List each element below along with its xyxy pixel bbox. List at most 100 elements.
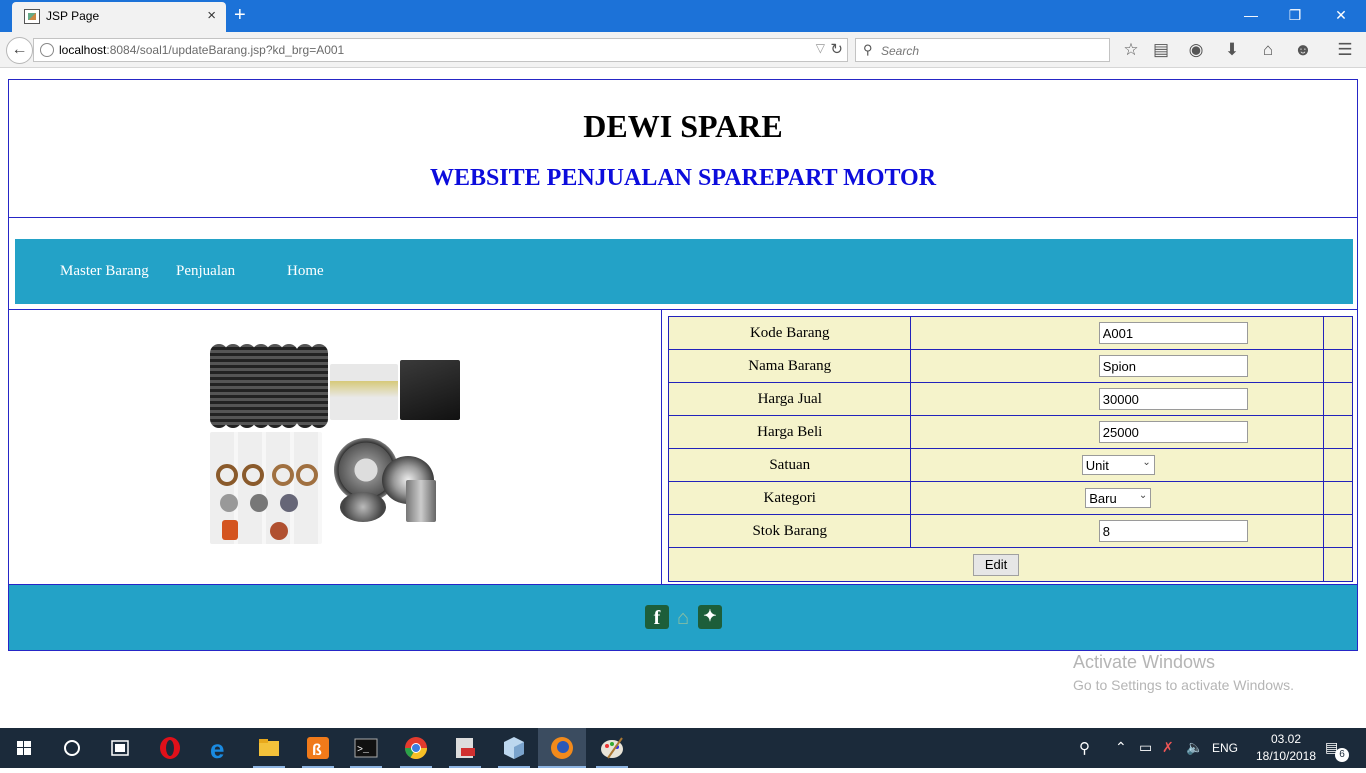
window-close-button[interactable]: ✕ bbox=[1318, 0, 1364, 32]
pdf-taskbar-item[interactable] bbox=[441, 728, 489, 768]
network-icon[interactable]: ✗ bbox=[1162, 739, 1174, 756]
opera-icon bbox=[160, 737, 180, 759]
form-row: Harga Beli bbox=[667, 415, 1353, 449]
chrome-taskbar-item[interactable] bbox=[392, 728, 440, 768]
reading-list-icon[interactable]: ▤ bbox=[1150, 39, 1172, 61]
edge-taskbar-item[interactable]: e bbox=[196, 728, 244, 768]
xampp-icon: ß bbox=[307, 737, 329, 759]
empty-cell bbox=[1323, 316, 1353, 350]
kode-barang-label: Kode Barang bbox=[667, 316, 912, 350]
download-icon[interactable]: ⬇ bbox=[1221, 39, 1243, 61]
empty-cell bbox=[1323, 448, 1353, 482]
reload-icon[interactable]: ↻ bbox=[830, 40, 843, 58]
browser-title-bar: JSP Page × + — ❐ ✕ bbox=[0, 0, 1366, 32]
kode-barang-input[interactable] bbox=[1098, 322, 1248, 344]
menu-item-home[interactable]: Home bbox=[287, 263, 324, 280]
volume-icon[interactable]: 🔈 bbox=[1186, 739, 1203, 756]
search-input[interactable]: ⚲ Search bbox=[855, 38, 1110, 62]
harga-beli-input[interactable] bbox=[1098, 421, 1248, 443]
search-placeholder: Search bbox=[881, 44, 920, 58]
kode-barang-cell bbox=[910, 316, 1325, 350]
clutch-plate-shape bbox=[216, 464, 238, 486]
people-icon[interactable]: ⚲ bbox=[1079, 739, 1090, 757]
page-favicon-icon bbox=[24, 9, 40, 24]
satuan-label: Satuan bbox=[667, 448, 912, 482]
stok-barang-cell bbox=[910, 514, 1325, 548]
new-tab-icon[interactable]: + bbox=[234, 4, 246, 26]
kategori-select[interactable]: Baru ⌄ bbox=[1085, 488, 1152, 508]
bearing-shape bbox=[220, 494, 238, 512]
gear-shape bbox=[340, 492, 386, 522]
harga-beli-cell bbox=[910, 415, 1325, 449]
menu-item-penjualan[interactable]: Penjualan bbox=[176, 263, 235, 280]
start-button[interactable] bbox=[0, 728, 48, 768]
cortana-button[interactable] bbox=[48, 728, 96, 768]
pocket-icon[interactable]: ◉ bbox=[1185, 39, 1207, 61]
chevron-up-icon[interactable]: ⌃ bbox=[1115, 739, 1127, 756]
twitter-icon[interactable]: ✦ bbox=[698, 605, 722, 629]
activate-windows-title: Activate Windows bbox=[1073, 652, 1216, 672]
form-cell: Kode Barang Nama Barang Harga Jual Harga… bbox=[662, 310, 1357, 584]
nama-barang-input[interactable] bbox=[1098, 355, 1248, 377]
form-row: Harga Jual bbox=[667, 382, 1353, 416]
kategori-label: Kategori bbox=[667, 481, 912, 515]
empty-cell bbox=[1323, 514, 1353, 548]
harga-jual-label: Harga Jual bbox=[667, 382, 912, 416]
tab-close-icon[interactable]: × bbox=[207, 7, 216, 24]
paint-palette-icon bbox=[601, 737, 623, 759]
shock-shape bbox=[222, 520, 238, 540]
clutch-plate-shape bbox=[272, 464, 294, 486]
url-dropdown-icon[interactable]: ▽ bbox=[816, 41, 825, 55]
form-row: Kode Barang bbox=[667, 316, 1353, 350]
shaft-shape bbox=[406, 480, 436, 522]
edge-icon: e bbox=[210, 734, 224, 764]
home-icon[interactable]: ⌂ bbox=[672, 607, 694, 629]
harga-jual-input[interactable] bbox=[1098, 388, 1248, 410]
stok-barang-input[interactable] bbox=[1098, 520, 1248, 542]
menu-item-master-barang[interactable]: Master Barang bbox=[60, 263, 149, 280]
terminal-icon: >_ bbox=[354, 738, 378, 758]
notification-count-badge: 6 bbox=[1335, 748, 1349, 762]
language-indicator[interactable]: ENG bbox=[1212, 741, 1238, 755]
form-row: Nama Barang bbox=[667, 349, 1353, 383]
task-view-icon bbox=[111, 740, 129, 756]
clock-time[interactable]: 03.02 bbox=[1262, 732, 1310, 746]
clutch-plate-shape bbox=[296, 464, 318, 486]
svg-text:ß: ß bbox=[312, 742, 322, 759]
edit-button[interactable]: Edit bbox=[973, 553, 1020, 576]
site-footer: f ⌂ ✦ bbox=[8, 584, 1358, 651]
url-bar[interactable]: localhost:8084/soal1/updateBarang.jsp?kd… bbox=[33, 38, 848, 62]
search-icon: ⚲ bbox=[863, 42, 873, 57]
edit-cell: Edit bbox=[667, 547, 1325, 582]
opera-taskbar-item[interactable] bbox=[146, 728, 194, 768]
window-minimize-button[interactable]: — bbox=[1228, 0, 1274, 32]
tab-title: JSP Page bbox=[46, 9, 100, 23]
pdf-icon bbox=[456, 738, 475, 758]
facebook-icon[interactable]: f bbox=[645, 605, 669, 629]
xampp-taskbar-item[interactable]: ß bbox=[294, 728, 342, 768]
home-icon[interactable]: ⌂ bbox=[1257, 39, 1279, 61]
bookmark-star-icon[interactable]: ☆ bbox=[1120, 39, 1142, 61]
bearing-shape bbox=[250, 494, 268, 512]
web-page: DEWI SPARE WEBSITE PENJUALAN SPAREPART M… bbox=[8, 79, 1358, 651]
feedback-smiley-icon[interactable]: ☻ bbox=[1292, 39, 1314, 61]
back-arrow-icon[interactable]: ← bbox=[6, 37, 33, 64]
clutch-plate-shape bbox=[242, 464, 264, 486]
cmd-taskbar-item[interactable]: >_ bbox=[342, 728, 390, 768]
virtualbox-taskbar-item[interactable] bbox=[490, 728, 538, 768]
nama-barang-label: Nama Barang bbox=[667, 349, 912, 383]
paint-taskbar-item[interactable] bbox=[588, 728, 636, 768]
firefox-taskbar-item[interactable] bbox=[538, 728, 586, 768]
site-title: DEWI SPARE bbox=[583, 108, 783, 144]
task-view-button[interactable] bbox=[96, 728, 144, 768]
form-row: Kategori Baru ⌄ bbox=[667, 481, 1353, 515]
explorer-taskbar-item[interactable] bbox=[245, 728, 293, 768]
satuan-select[interactable]: Unit ⌄ bbox=[1081, 455, 1155, 475]
menu-hamburger-icon[interactable]: ☰ bbox=[1334, 39, 1356, 61]
window-restore-button[interactable]: ❐ bbox=[1272, 0, 1318, 32]
clock-date[interactable]: 18/10/2018 bbox=[1248, 749, 1324, 763]
browser-tab[interactable]: JSP Page × bbox=[12, 2, 226, 32]
battery-icon[interactable]: ▭ bbox=[1139, 739, 1152, 756]
form-row: Edit bbox=[667, 547, 1353, 582]
menu-bar: Master Barang Penjualan Home bbox=[15, 239, 1353, 304]
